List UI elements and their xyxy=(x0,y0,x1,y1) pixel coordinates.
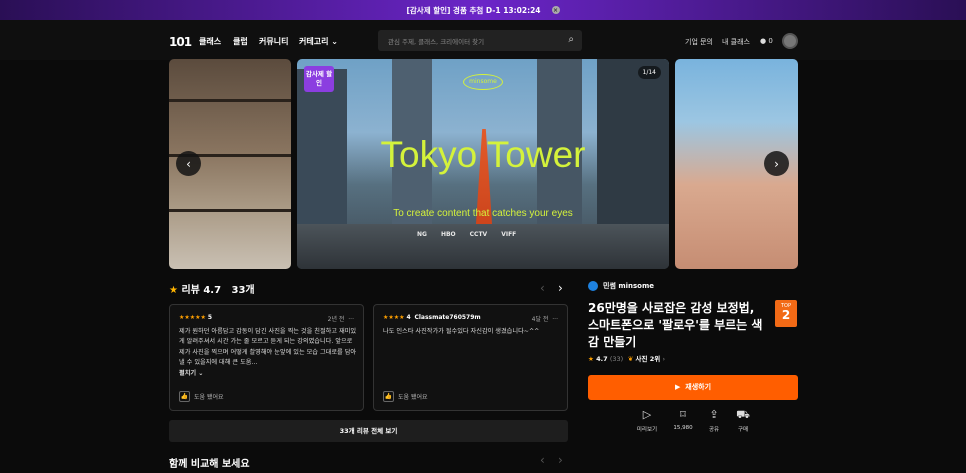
brand-mark: minsome xyxy=(463,74,503,90)
review-card[interactable]: ★★★★★ 5 2년 전 ··· 제가 원하던 아름답고 감동이 담긴 사진을 … xyxy=(169,304,364,411)
review-date: 4달 전 xyxy=(531,316,549,323)
review-body: 제가 원하던 아름답고 감동이 담긴 사진을 찍는 것을 친절하고 재미있게 알… xyxy=(179,328,357,367)
play-button[interactable]: ▶ 재생하기 xyxy=(588,375,798,400)
rating-count: (33) xyxy=(609,355,624,363)
helpful-button[interactable]: 👍 도움 됐어요 xyxy=(179,391,224,402)
avatar[interactable] xyxy=(782,33,798,49)
shelf xyxy=(169,209,291,212)
review-meta: 4달 전 ··· xyxy=(532,314,558,323)
points[interactable]: ● 0 xyxy=(760,37,773,45)
search-icon[interactable]: ⌕ xyxy=(568,34,574,45)
creator-avatar xyxy=(588,281,598,291)
enterprise-link[interactable]: 기업 문의 xyxy=(685,37,713,47)
play-label: 재생하기 xyxy=(685,383,712,391)
creator[interactable]: 민썸 minsome xyxy=(588,281,654,291)
photo-rank[interactable]: 사진 2위 xyxy=(635,355,660,363)
nav-item-category-label: 커테고리 xyxy=(299,37,329,46)
top-rank: 2 xyxy=(781,308,791,322)
bookmark-action[interactable]: ⌑ 15,980 xyxy=(668,408,698,431)
action-label: 미리보기 xyxy=(636,427,658,433)
reviews-score: 4.7 xyxy=(203,285,222,296)
my-class-link[interactable]: 내 클래스 xyxy=(722,37,750,47)
review-user: Classmate760579m xyxy=(414,314,481,321)
review-date: 2년 전 xyxy=(327,316,345,323)
action-label: 공유 xyxy=(708,427,720,433)
thumbs-up-icon: 👍 xyxy=(383,391,394,402)
expand-link[interactable]: 펼치기 ⌄ xyxy=(179,370,203,377)
more-icon[interactable]: ··· xyxy=(552,316,558,323)
carousel-prev-button[interactable]: ‹ xyxy=(176,151,201,176)
partner-logo: HBO xyxy=(440,231,456,238)
laurel-icon: ❦ xyxy=(627,355,634,363)
all-reviews-button[interactable]: 33개 리뷰 전체 보기 xyxy=(169,420,568,442)
share-action[interactable]: ⇪ 공유 xyxy=(699,408,729,433)
search-input[interactable]: 관심 주제, 클래스, 크리에이터 찾기 ⌕ xyxy=(378,30,582,51)
partner-logos: NG HBO CCTV VIFF xyxy=(417,231,516,238)
carousel-next-button[interactable]: › xyxy=(764,151,789,176)
logo[interactable]: 101 xyxy=(169,35,192,49)
chevron-down-icon: ⌄ xyxy=(331,37,338,46)
compare-prev-icon[interactable]: ‹ xyxy=(540,453,545,467)
partner-logo: NG xyxy=(417,231,427,238)
slide-title: Tokyo Tower xyxy=(380,134,586,175)
review-card[interactable]: ★★★★ 4 Classmate760579m 4달 전 ··· 나도 인스타 … xyxy=(373,304,568,411)
discount-badge: 감사제 할인 xyxy=(304,66,334,92)
reviews-prev-icon[interactable]: ‹ xyxy=(540,281,545,295)
partner-logo: CCTV xyxy=(469,231,488,238)
review-rating: ★★★★ 4 Classmate760579m xyxy=(383,314,481,321)
reviews-count: 33개 xyxy=(231,285,255,296)
review-score: 4 xyxy=(406,314,411,321)
share-icon: ⇪ xyxy=(709,408,719,421)
review-meta: 2년 전 ··· xyxy=(328,314,354,323)
rating-value: 4.7 xyxy=(596,355,608,363)
star-icon: ★ xyxy=(169,285,178,296)
purchase-action[interactable]: ⛟ 구매 xyxy=(728,408,758,433)
compare-heading: 함께 비교해 보세요 xyxy=(169,459,250,470)
nav-item-class[interactable]: 클래스 xyxy=(199,36,221,47)
review-stars: ★★★★★ xyxy=(179,314,206,321)
promo-banner[interactable]: [감사제 할인] 경품 추첨 D-1 13:02:24 × xyxy=(0,0,966,20)
coin-icon: ● xyxy=(760,37,767,45)
cart-icon: ⛟ xyxy=(736,408,750,421)
shelf xyxy=(169,99,291,102)
play-icon: ▶ xyxy=(674,383,681,391)
search-placeholder: 관심 주제, 클래스, 크리에이터 찾기 xyxy=(388,38,485,46)
expand-label: 펼치기 xyxy=(179,369,197,377)
reviews-heading: ★ 리뷰 4.7 33개 xyxy=(169,281,255,296)
chevron-right-icon: › xyxy=(662,355,666,363)
helpful-button[interactable]: 👍 도움 됐어요 xyxy=(383,391,428,402)
thumbs-up-icon: 👍 xyxy=(179,391,190,402)
top-rank-badge: TOP 2 xyxy=(775,300,797,327)
creator-name: 민썸 minsome xyxy=(603,282,655,290)
review-text: 제가 원하던 아름답고 감동이 담긴 사진을 찍는 것을 친절하고 재미있게 알… xyxy=(179,327,357,379)
play-circle-icon: ▷ xyxy=(642,408,652,421)
nav-item-club[interactable]: 클럽 xyxy=(233,36,248,47)
helpful-label: 도움 됐어요 xyxy=(398,394,428,401)
nav-item-community[interactable]: 커뮤니티 xyxy=(259,36,288,47)
preview-action[interactable]: ▷ 미리보기 xyxy=(632,408,662,433)
action-label: 15,980 xyxy=(673,425,693,431)
reviews-next-icon[interactable]: › xyxy=(558,281,563,295)
promo-text: [감사제 할인] 경품 추첨 D-1 13:02:24 xyxy=(406,5,541,15)
review-stars: ★★★★ xyxy=(383,314,405,321)
course-title: 26만명을 사로잡은 감성 보정법, 스마트폰으로 '팔로우'를 부르는 색감 … xyxy=(588,301,763,349)
reviews-label: 리뷰 xyxy=(181,285,200,296)
action-label: 구매 xyxy=(737,427,749,433)
review-score: 5 xyxy=(207,314,213,321)
carousel-slide-main[interactable]: 감사제 할인 minsome 1/14 Tokyo Tower To creat… xyxy=(297,59,669,269)
review-rating: ★★★★★ 5 xyxy=(179,314,212,321)
helpful-label: 도움 됐어요 xyxy=(194,394,224,401)
partner-logo: VIFF xyxy=(501,231,517,238)
review-text: 나도 인스타 사진작가가 될수있다 자신감이 생겼습니다~^^ xyxy=(383,328,540,335)
course-rating: ★ 4.7 (33) ❦ 사진 2위 › xyxy=(588,353,665,363)
bookmark-icon: ⌑ xyxy=(680,408,686,421)
close-icon[interactable]: × xyxy=(551,6,560,14)
slide-subtitle: To create content that catches your eyes xyxy=(393,208,573,219)
slide-counter: 1/14 xyxy=(637,66,661,79)
more-icon[interactable]: ··· xyxy=(348,316,354,323)
star-icon: ★ xyxy=(588,355,594,363)
points-value: 0 xyxy=(768,37,773,45)
compare-next-icon[interactable]: › xyxy=(558,453,563,467)
nav-item-category[interactable]: 커테고리 ⌄ xyxy=(299,36,338,47)
